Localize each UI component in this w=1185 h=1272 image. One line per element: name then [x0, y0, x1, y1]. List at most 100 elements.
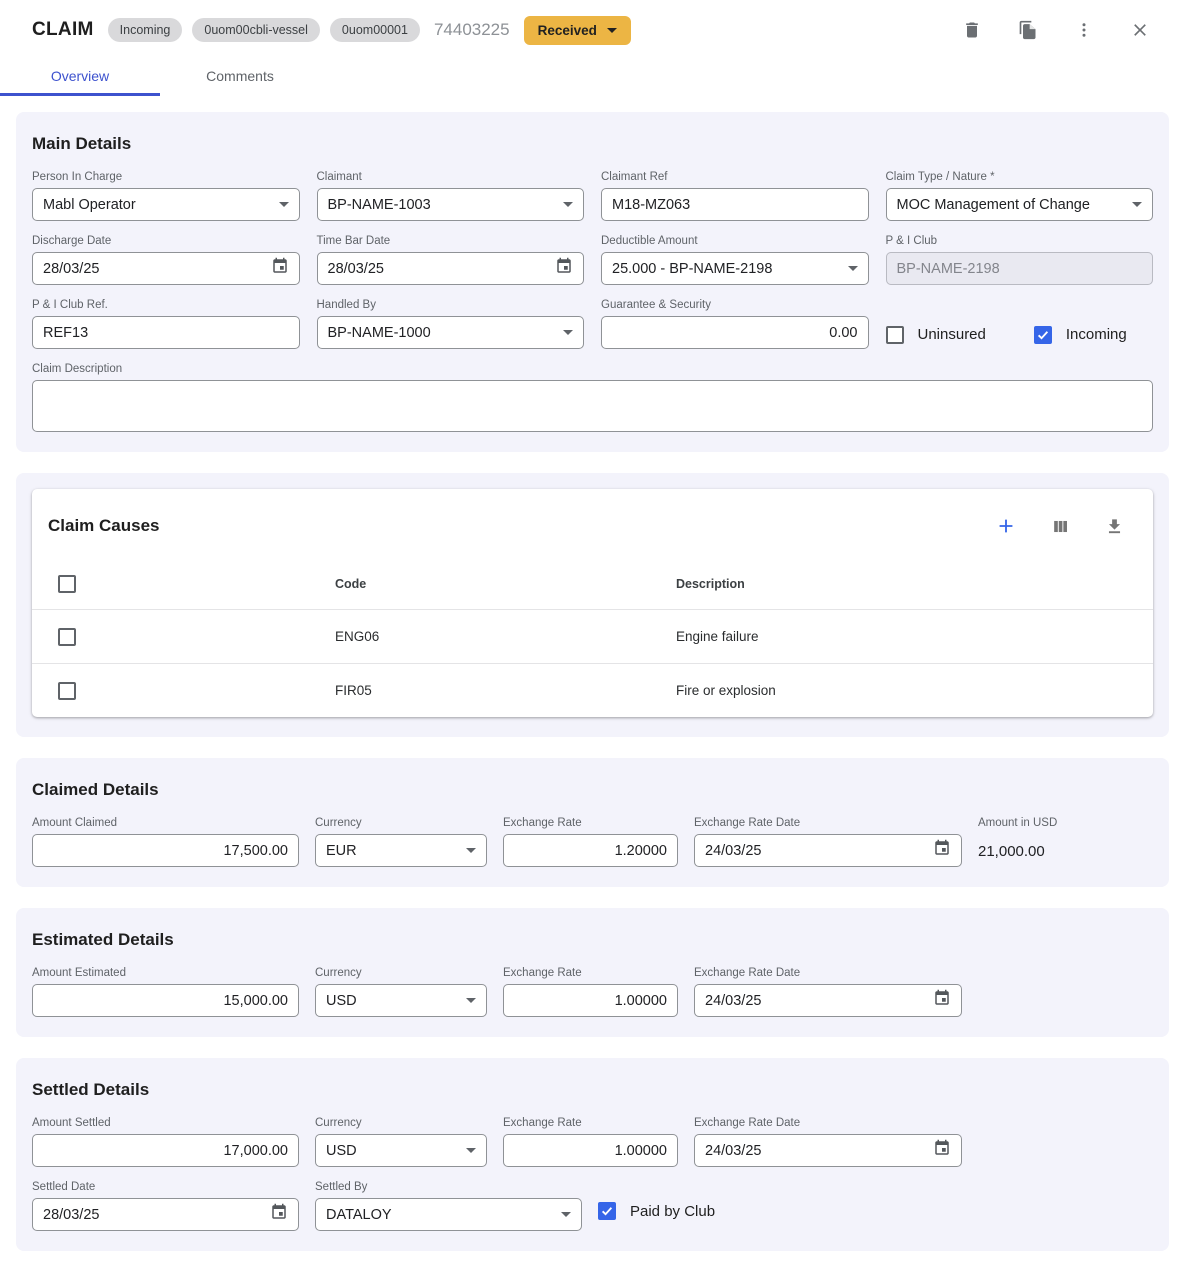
claim-causes-section: Claim Causes: [16, 473, 1169, 737]
more-menu-button[interactable]: [1067, 13, 1101, 47]
uninsured-checkbox[interactable]: Uninsured: [886, 326, 986, 344]
pandi-club-label: P & I Club: [886, 234, 1154, 248]
chevron-down-icon: [563, 330, 573, 335]
field-pandi-club-ref: P & I Club Ref.: [32, 298, 300, 349]
settled-exchange-rate-input[interactable]: [514, 1143, 667, 1159]
deductible-amount-select[interactable]: 25.000 - BP-NAME-2198: [601, 252, 869, 285]
exchange-rate-label: Exchange Rate: [503, 816, 678, 830]
add-claim-cause-button[interactable]: [989, 509, 1023, 543]
checkbox-unchecked-icon: [886, 326, 904, 344]
row-checkbox[interactable]: [58, 682, 76, 700]
table-row[interactable]: ENG06 Engine failure: [32, 609, 1153, 663]
select-all-checkbox[interactable]: [58, 575, 76, 593]
claimed-exchange-rate-date-input[interactable]: [705, 843, 927, 859]
tab-comments-label: Comments: [206, 68, 274, 84]
person-in-charge-label: Person In Charge: [32, 170, 300, 184]
paid-by-club-checkbox[interactable]: Paid by Club: [598, 1180, 715, 1220]
discharge-date-input[interactable]: [43, 261, 265, 277]
field-claim-description: Claim Description: [32, 362, 1153, 432]
time-bar-date-input[interactable]: [328, 261, 550, 277]
amount-estimated-label: Amount Estimated: [32, 966, 299, 980]
main-details-section: Main Details Person In Charge Mabl Opera…: [16, 112, 1169, 452]
amount-in-usd-value: 21,000.00: [978, 834, 1057, 860]
columns-icon: [1051, 517, 1070, 536]
chevron-down-icon: [848, 266, 858, 271]
claimed-details-section: Claimed Details Amount Claimed Currency …: [16, 758, 1169, 887]
amount-in-usd-label: Amount in USD: [978, 816, 1057, 830]
column-settings-button[interactable]: [1043, 509, 1077, 543]
settled-details-section: Settled Details Amount Settled Currency …: [16, 1058, 1169, 1251]
field-settled-exchange-rate: Exchange Rate: [503, 1116, 678, 1167]
close-button[interactable]: [1123, 13, 1157, 47]
amount-estimated-input[interactable]: [43, 993, 288, 1009]
claim-description-label: Claim Description: [32, 362, 1153, 376]
settled-by-select[interactable]: DATALOY: [315, 1198, 582, 1231]
settled-exchange-rate-date-input[interactable]: [705, 1143, 927, 1159]
chevron-down-icon: [466, 1148, 476, 1153]
settled-currency-select[interactable]: USD: [315, 1134, 487, 1167]
column-header-description: Description: [676, 577, 1153, 591]
page-title: CLAIM: [32, 19, 94, 41]
field-person-in-charge: Person In Charge Mabl Operator: [32, 170, 300, 221]
settled-by-label: Settled By: [315, 1180, 582, 1194]
tab-comments[interactable]: Comments: [160, 58, 320, 96]
chevron-down-icon: [607, 28, 617, 33]
pandi-club-ref-input[interactable]: [43, 325, 289, 341]
claimant-ref-label: Claimant Ref: [601, 170, 869, 184]
chevron-down-icon: [279, 202, 289, 207]
exchange-rate-date-label: Exchange Rate Date: [694, 966, 962, 980]
field-claimed-currency: Currency EUR: [315, 816, 487, 867]
kebab-menu-icon: [1075, 21, 1093, 39]
estimated-exchange-rate-input[interactable]: [514, 993, 667, 1009]
handled-by-select[interactable]: BP-NAME-1000: [317, 316, 585, 349]
field-amount-estimated: Amount Estimated: [32, 966, 299, 1017]
calendar-icon[interactable]: [555, 257, 573, 280]
amount-claimed-input[interactable]: [43, 843, 288, 859]
estimated-currency-select[interactable]: USD: [315, 984, 487, 1017]
checkbox-checked-icon: [598, 1202, 616, 1220]
calendar-icon[interactable]: [933, 989, 951, 1012]
field-claimant-ref: Claimant Ref: [601, 170, 869, 221]
person-in-charge-select[interactable]: Mabl Operator: [32, 188, 300, 221]
field-handled-by: Handled By BP-NAME-1000: [317, 298, 585, 349]
duplicate-button[interactable]: [1011, 13, 1045, 47]
incoming-checkbox[interactable]: Incoming: [1034, 326, 1127, 344]
calendar-icon[interactable]: [271, 257, 289, 280]
estimated-exchange-rate-date-input[interactable]: [705, 993, 927, 1009]
claimant-select[interactable]: BP-NAME-1003: [317, 188, 585, 221]
tab-overview[interactable]: Overview: [0, 58, 160, 96]
claim-causes-header-row: Code Description: [32, 559, 1153, 609]
trash-icon: [962, 20, 982, 40]
plus-icon: [995, 515, 1017, 537]
field-pandi-club: P & I Club BP-NAME-2198: [886, 234, 1154, 285]
guarantee-security-input[interactable]: [612, 325, 858, 341]
export-download-button[interactable]: [1097, 509, 1131, 543]
currency-label: Currency: [315, 966, 487, 980]
amount-settled-input[interactable]: [43, 1143, 288, 1159]
claim-causes-title: Claim Causes: [48, 516, 160, 536]
pandi-club-readonly: BP-NAME-2198: [886, 252, 1154, 285]
field-discharge-date: Discharge Date: [32, 234, 300, 285]
delete-button[interactable]: [955, 13, 989, 47]
handled-by-label: Handled By: [317, 298, 585, 312]
table-row[interactable]: FIR05 Fire or explosion: [32, 663, 1153, 717]
claim-type-select[interactable]: MOC Management of Change: [886, 188, 1154, 221]
calendar-icon[interactable]: [933, 1139, 951, 1162]
settled-date-input[interactable]: [43, 1207, 264, 1223]
calendar-icon[interactable]: [270, 1203, 288, 1226]
claim-description-input[interactable]: [33, 381, 1152, 431]
claimant-ref-input[interactable]: [612, 197, 858, 213]
row-checkbox[interactable]: [58, 628, 76, 646]
chevron-down-icon: [561, 1212, 571, 1217]
cause-code: ENG06: [104, 629, 676, 644]
field-amount-claimed: Amount Claimed: [32, 816, 299, 867]
field-claim-type: Claim Type / Nature * MOC Management of …: [886, 170, 1154, 221]
cause-description: Engine failure: [676, 629, 1153, 644]
claim-type-label: Claim Type / Nature *: [886, 170, 1154, 184]
deductible-amount-label: Deductible Amount: [601, 234, 869, 248]
claimed-exchange-rate-input[interactable]: [514, 843, 667, 859]
currency-label: Currency: [315, 1116, 487, 1130]
status-dropdown-button[interactable]: Received: [524, 16, 631, 45]
calendar-icon[interactable]: [933, 839, 951, 862]
claimed-currency-select[interactable]: EUR: [315, 834, 487, 867]
